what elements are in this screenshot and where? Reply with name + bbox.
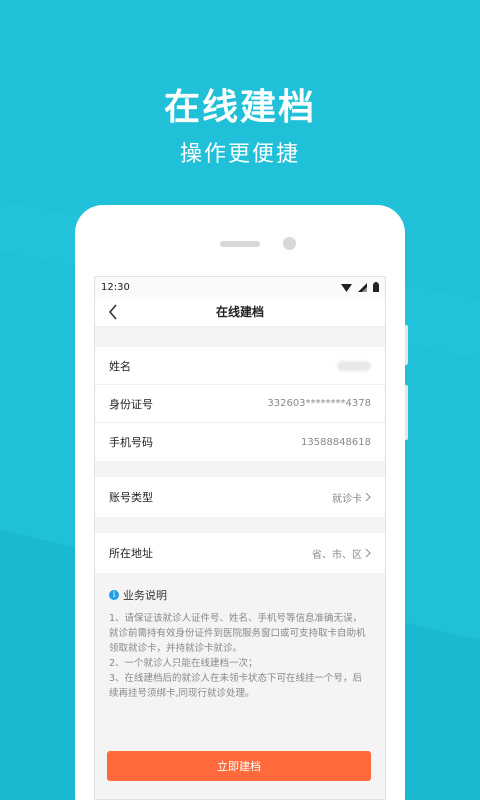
id-number-row[interactable]: 身份证号 332603********4378 <box>95 385 385 423</box>
notice-title: 业务说明 <box>123 589 167 602</box>
account-type-group: 账号类型 就诊卡 <box>95 477 385 517</box>
app-screen: 12:30 在线建档 姓名 身份证号 332603********4378 手机… <box>94 276 386 800</box>
id-number-label: 身份证号 <box>109 397 153 411</box>
phone-side-button <box>405 325 408 365</box>
chevron-right-icon <box>365 548 371 558</box>
name-label: 姓名 <box>109 359 131 373</box>
page-title: 在线建档 <box>215 305 264 319</box>
notice-line: 3、在线建档后的就诊人在未领卡状态下可在线挂一个号，后续再挂号须绑卡,同现行就诊… <box>109 673 363 699</box>
battery-icon <box>373 282 379 292</box>
create-record-button[interactable]: 立即建档 <box>107 751 371 781</box>
hero-title: 在线建档 <box>163 87 316 128</box>
status-time: 12:30 <box>101 281 130 293</box>
id-number-value: 332603********4378 <box>267 398 371 409</box>
phone-camera <box>283 237 296 250</box>
status-icons <box>341 282 379 292</box>
address-row[interactable]: 所在地址 省、市、区 <box>95 533 385 573</box>
business-notice: i 业务说明 1、请保证该就诊人证件号、姓名、手机号等信息准确无误，就诊前需持有… <box>95 573 385 701</box>
personal-info-group: 姓名 身份证号 332603********4378 手机号码 13588848… <box>95 347 385 461</box>
phone-label: 手机号码 <box>109 436 153 449</box>
account-type-selector: 就诊卡 <box>332 490 371 505</box>
phone-row[interactable]: 手机号码 13588848618 <box>95 423 385 461</box>
phone-side-button <box>405 385 408 440</box>
address-value: 省、市、区 <box>312 549 362 561</box>
address-label: 所在地址 <box>109 547 153 560</box>
phone-value: 13588848618 <box>301 436 371 448</box>
name-row[interactable]: 姓名 <box>95 347 385 385</box>
notice-line: 1、请保证该就诊人证件号、姓名、手机号等信息准确无误，就诊前需持有效身份证件到医… <box>109 613 366 654</box>
account-type-row[interactable]: 账号类型 就诊卡 <box>95 477 385 517</box>
account-type-label: 账号类型 <box>109 491 153 504</box>
notice-header: i 业务说明 <box>109 587 371 603</box>
notice-line: 2、一个就诊人只能在线建档一次； <box>109 658 258 669</box>
notice-body: 1、请保证该就诊人证件号、姓名、手机号等信息准确无误，就诊前需持有效身份证件到医… <box>109 611 371 701</box>
back-button[interactable] <box>103 302 123 322</box>
info-icon: i <box>109 590 119 600</box>
phone-speaker <box>220 241 260 247</box>
chevron-right-icon <box>365 492 371 502</box>
chevron-left-icon <box>108 304 117 320</box>
hero-subtitle: 操作更便捷 <box>179 142 300 167</box>
name-value-masked <box>337 360 371 371</box>
address-selector: 省、市、区 <box>312 546 371 561</box>
navigation-bar: 在线建档 <box>95 297 385 327</box>
submit-area: 立即建档 <box>95 751 385 799</box>
signal-icon <box>358 282 367 292</box>
wifi-icon <box>341 283 352 292</box>
address-group: 所在地址 省、市、区 <box>95 533 385 573</box>
account-type-value: 就诊卡 <box>332 493 362 505</box>
status-bar: 12:30 <box>95 277 385 297</box>
